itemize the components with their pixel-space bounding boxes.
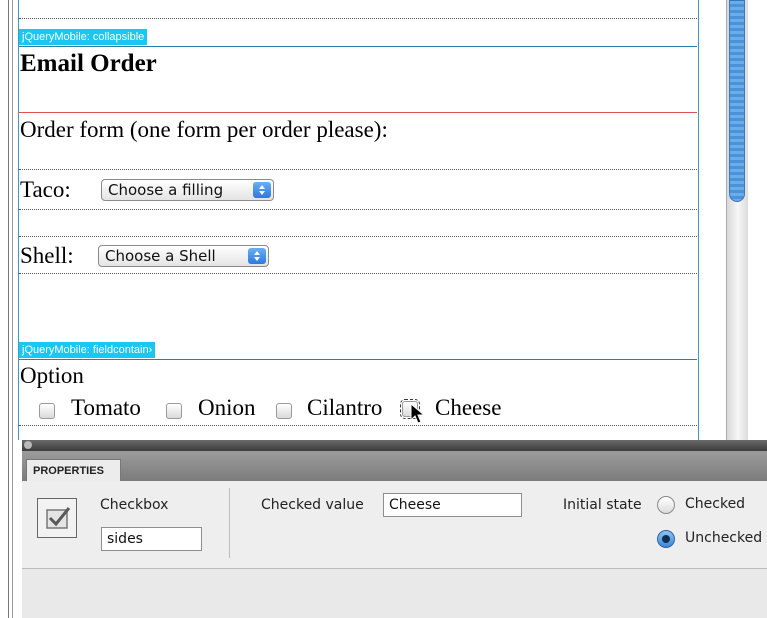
checkbox-name-field[interactable]: sides [101,527,202,551]
divider [19,359,697,360]
order-form-text: Order form (one form per order please): [20,117,388,142]
cilantro-label: Cilantro [307,395,383,420]
cheese-label: Cheese [435,395,502,420]
select-arrows-icon [253,182,271,198]
left-border [8,0,9,618]
tomato-checkbox[interactable] [39,403,55,419]
scrollbar-thumb[interactable] [729,0,745,202]
option-label: Option [20,363,84,388]
jquerymobile-fieldcontain-tag[interactable]: jQueryMobile: fieldcontain› [19,342,156,358]
radio-unchecked-label: Unchecked [685,530,763,546]
divider [19,46,697,47]
right-margin [748,0,767,440]
taco-select-value: Choose a filling [108,181,224,199]
shell-label: Shell: [20,243,74,268]
tomato-label: Tomato [71,395,141,420]
divider [19,169,697,170]
properties-lower [22,569,767,618]
divider [19,236,697,237]
separator [229,488,230,558]
element-type-label: Checkbox [100,497,169,513]
divider [19,273,697,274]
onion-checkbox[interactable] [166,403,182,419]
email-order-heading: Email Order [20,50,157,77]
taco-select[interactable]: Choose a filling [101,179,274,201]
mouse-pointer-icon [410,403,426,424]
shell-select[interactable]: Choose a Shell [98,245,269,267]
taco-label: Taco: [20,177,71,202]
onion-label: Onion [198,395,256,420]
initial-state-label: Initial state [563,497,642,513]
radio-checked[interactable] [657,496,675,514]
radio-checked-label: Checked [685,496,746,512]
divider [19,18,697,19]
divider [19,425,697,426]
grip-icon [24,441,32,449]
cilantro-checkbox[interactable] [276,403,292,419]
radio-unchecked[interactable] [657,530,675,548]
divider [19,209,697,210]
checkbox-type-icon [37,498,77,538]
tab-properties[interactable]: PROPERTIES [26,459,121,481]
checked-value-field[interactable]: Cheese [383,493,522,517]
panel-splitter[interactable] [22,440,767,451]
shell-select-value: Choose a Shell [105,247,216,265]
jquerymobile-collapsible-tag[interactable]: jQueryMobile: collapsible [19,29,148,45]
panel-tabbar: PROPERTIES [22,451,767,481]
select-arrows-icon [248,248,266,264]
heading-underline [19,112,697,113]
checked-value-label: Checked value [261,497,364,513]
